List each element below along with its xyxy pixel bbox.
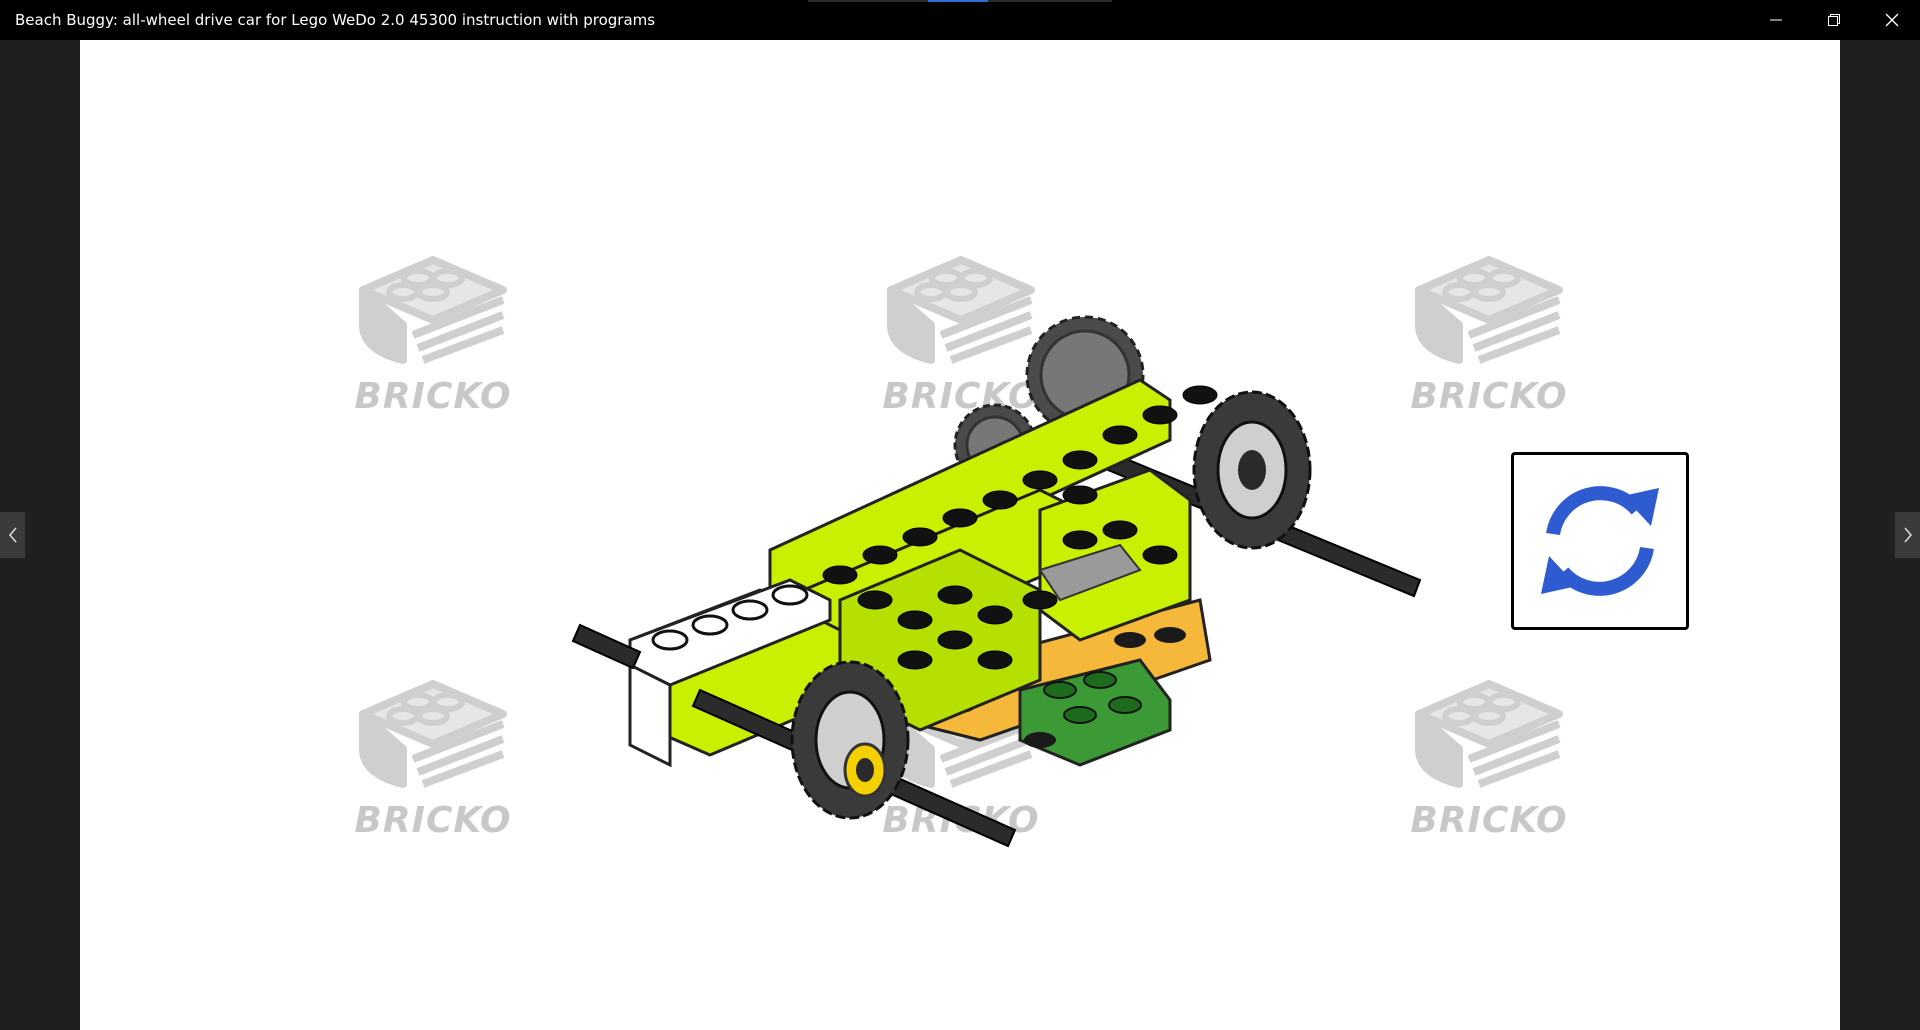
loading-indicator <box>808 0 1112 2</box>
rear-wheel <box>1192 390 1312 550</box>
restore-icon <box>1827 14 1840 26</box>
front-wheel <box>790 660 910 820</box>
rotate-icon <box>1541 486 1659 596</box>
chevron-left-icon <box>8 527 17 543</box>
previous-image-button[interactable] <box>0 512 25 558</box>
rotate-view-button[interactable] <box>1511 452 1689 630</box>
window-title: Beach Buggy: all-wheel drive car for Leg… <box>15 11 656 29</box>
title-bar: Beach Buggy: all-wheel drive car for Leg… <box>0 0 1920 40</box>
image-viewer: BRICKO BRICKO BRICKO BRICKO BRICKO <box>80 40 1840 1030</box>
front-axle-left-stub <box>571 623 642 670</box>
minimize-icon <box>1769 19 1782 21</box>
restore-button[interactable] <box>1805 0 1862 40</box>
next-image-button[interactable] <box>1895 512 1920 558</box>
close-button[interactable] <box>1863 0 1920 40</box>
close-icon <box>1885 13 1898 27</box>
minimize-button[interactable] <box>1747 0 1804 40</box>
chevron-right-icon <box>1903 527 1912 543</box>
